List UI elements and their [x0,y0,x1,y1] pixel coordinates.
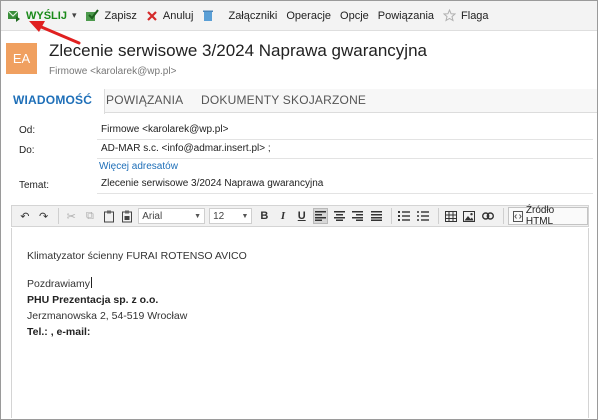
cancel-label: Anuluj [162,9,194,22]
sender-subtitle: Firmowe <karolarek@wp.pl> [49,66,177,77]
operations-menu[interactable]: Operacje [286,5,331,27]
toolbar-divider [391,208,393,224]
chevron-down-icon: ▼ [194,212,202,220]
redo-icon[interactable]: ↷ [36,208,52,224]
italic-icon[interactable]: I [275,208,291,224]
signature-address: Jerzmanowska 2, 54-519 Wrocław [27,310,188,322]
link-icon[interactable] [480,208,496,224]
undo-icon[interactable]: ↶ [17,208,33,224]
to-label: Do: [19,145,35,156]
subject-label: Temat: [19,180,50,191]
copy-icon[interactable]: ⧉ [82,208,98,224]
html-source-button[interactable]: Źródło HTML [507,205,588,227]
body-line-product: Klimatyzator ścienny FURAI ROTENSO AVICO [27,250,247,262]
main-toolbar: WYŚLIJ ▾ Zapisz Anuluj Załączniki Operac… [1,1,597,31]
cut-icon[interactable]: ✂ [63,208,79,224]
signature-contact: Tel.: , e-mail: [27,326,91,338]
bold-icon[interactable]: B [256,208,272,224]
operations-label: Operacje [286,9,332,22]
cancel-button[interactable]: Anuluj [146,5,194,27]
editor-toolbar: ↶ ↷ ✂ ⧉ Arial ▼ 12 ▼ B I U Źródło HTML [11,205,589,227]
save-icon [85,9,100,22]
signature-company: PHU Prezentacja sp. z o.o. [27,294,159,306]
close-icon [146,10,158,22]
align-justify-icon[interactable] [369,208,385,224]
font-family-value: Arial [142,210,163,222]
paste-icon[interactable] [101,208,117,224]
html-source-label: Źródło HTML [525,205,555,227]
image-icon[interactable] [462,208,478,224]
chevron-down-icon: ▼ [241,212,249,220]
tab-bar: WIADOMOŚĆ POWIĄZANIA DOKUMENTY SKOJARZON… [1,89,597,114]
align-right-icon[interactable] [350,208,366,224]
attachments-button[interactable]: Załączniki [228,5,277,27]
underline-icon[interactable]: U [294,208,310,224]
body-greeting: Pozdrawiamy [27,277,93,290]
toolbar-divider [502,208,504,224]
paste-text-icon[interactable] [120,208,136,224]
delete-button[interactable] [202,5,219,27]
send-button[interactable]: WYŚLIJ ▾ [7,5,76,27]
links-menu[interactable]: Powiązania [378,5,434,27]
attachments-label: Załączniki [228,9,278,22]
font-size-select[interactable]: 12 ▼ [209,208,253,224]
trash-icon [202,9,214,22]
options-label: Opcje [340,9,369,22]
bullet-list-icon[interactable] [415,208,431,224]
save-label: Zapisz [104,9,137,22]
from-label: Od: [19,125,36,136]
options-menu[interactable]: Opcje [340,5,369,27]
toolbar-divider [437,208,439,224]
flag-label: Flaga [461,9,489,22]
numbered-list-icon[interactable] [396,208,412,224]
font-size-value: 12 [213,210,225,222]
tab-links[interactable]: POWIĄZANIA [106,89,183,113]
subject-field[interactable]: Zlecenie serwisowe 3/2024 Naprawa gwaran… [97,176,593,194]
align-center-icon[interactable] [331,208,347,224]
more-recipients-link[interactable]: Więcej adresatów [99,161,178,172]
send-label: WYŚLIJ [26,9,67,22]
page-title: Zlecenie serwisowe 3/2024 Naprawa gwaran… [49,41,427,60]
save-button[interactable]: Zapisz [85,5,137,27]
greeting-text: Pozdrawiamy [27,278,91,290]
flag-button[interactable]: Flaga [443,5,489,27]
chevron-down-icon[interactable]: ▾ [72,10,77,21]
avatar: EA [6,43,37,74]
to-field[interactable]: AD-MAR s.c. <info@admar.insert.pl> ; [97,141,593,159]
tab-related-documents[interactable]: DOKUMENTY SKOJARZONE [201,89,366,113]
toolbar-divider [58,208,60,224]
from-field[interactable]: Firmowe <karolarek@wp.pl> [97,122,593,140]
message-body-editor[interactable]: Klimatyzator ścienny FURAI ROTENSO AVICO… [11,228,589,418]
links-label: Powiązania [377,9,435,22]
tab-message[interactable]: WIADOMOŚĆ [1,89,106,114]
send-icon [7,9,21,22]
star-icon [443,9,457,22]
font-family-select[interactable]: Arial ▼ [138,208,206,224]
html-source-icon [512,210,523,222]
table-icon[interactable] [443,208,459,224]
mail-compose-window: WYŚLIJ ▾ Zapisz Anuluj Załączniki Operac… [0,0,598,420]
align-left-icon[interactable] [312,208,329,224]
text-cursor [91,277,93,288]
